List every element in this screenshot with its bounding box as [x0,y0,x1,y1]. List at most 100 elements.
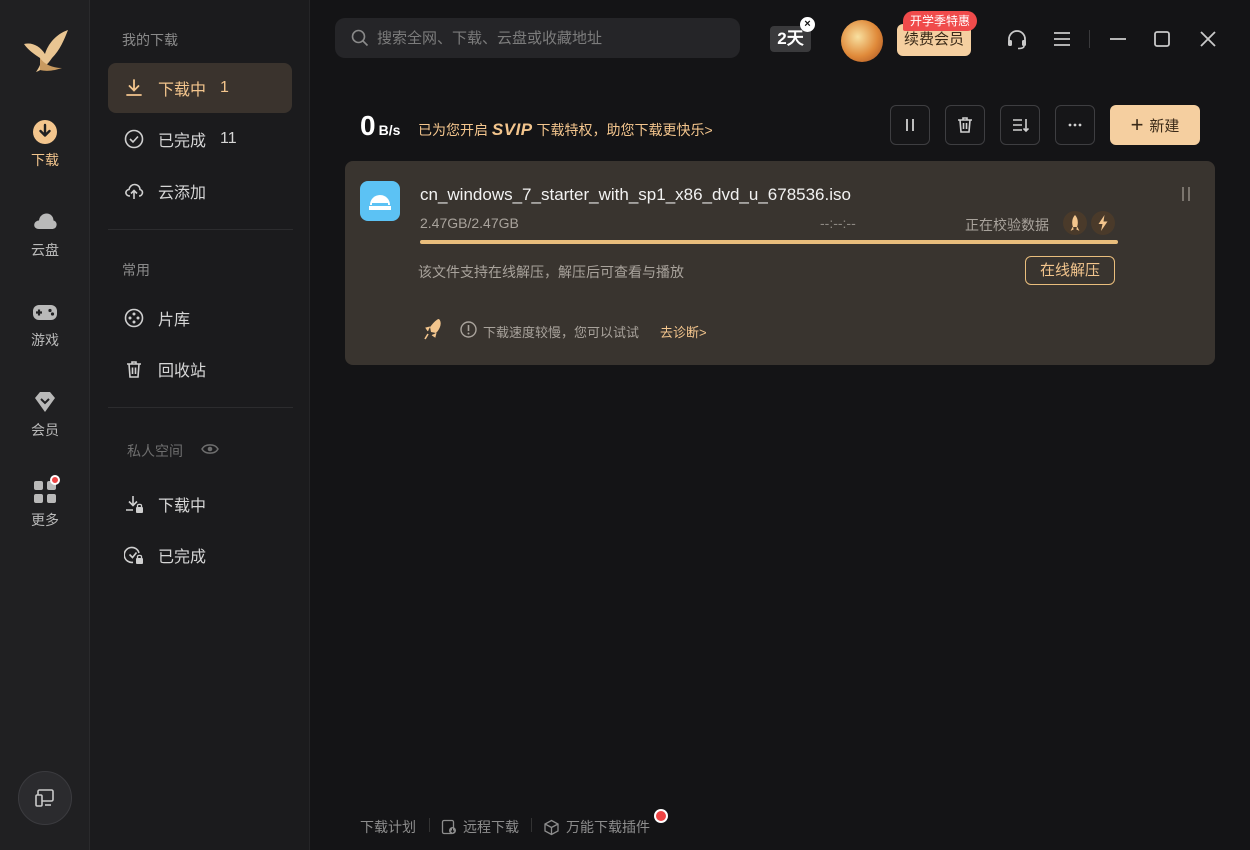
check-circle-icon [124,129,144,149]
eye-icon[interactable] [201,442,219,456]
close-icon[interactable]: × [800,17,815,32]
task-remaining-time: --:--:-- [820,215,856,231]
nav-item-completed[interactable]: 已完成 11 [108,114,292,164]
download-plugin-label: 万能下载插件 [566,819,650,835]
more-notification-dot [50,475,60,485]
device-switch-button[interactable] [18,771,72,825]
nav-item-library[interactable]: 片库 [108,293,292,343]
lightning-badge-icon[interactable] [1091,211,1115,235]
search-box[interactable] [335,18,740,58]
nav-private-downloading-label: 下载中 [158,498,207,515]
nav-completed-count: 11 [220,130,237,147]
section-my-downloads: 我的下载 [122,32,178,48]
download-lock-icon [126,496,143,513]
titlebar-separator [1089,30,1090,48]
pause-all-button[interactable] [890,105,930,145]
slow-speed-hint: 下载速度较慢，您可以试试 [483,325,640,340]
info-icon [460,321,477,338]
section-private: 私人空间 [127,441,183,461]
rail-more[interactable]: 更多 [0,478,90,548]
progress-fill [420,240,1118,244]
rail-vip[interactable]: 会员 [0,388,90,458]
rail-download[interactable]: 下载 [0,118,90,188]
cloud-icon [34,213,57,229]
trash-icon [958,117,972,133]
nav-divider-2 [108,407,293,408]
footer-separator-2 [531,818,532,832]
promo-badge: 开学季特惠 [903,11,978,31]
search-input[interactable] [377,29,717,47]
headset-icon[interactable] [1006,28,1028,50]
box-icon [544,819,559,835]
sort-icon [1013,119,1029,133]
rail-cloud[interactable]: 云盘 [0,208,90,278]
avatar[interactable] [841,20,883,62]
app-window: 下载 云盘 游戏 会员 更多 我的下载 下载中 1 已完成 11 云添加 常用 … [0,0,1250,850]
sort-button[interactable] [1000,105,1040,145]
task-size: 2.47GB/2.47GB [420,215,519,231]
download-plan-link[interactable]: 下载计划 [360,817,416,837]
nav-item-recycle[interactable]: 回收站 [108,344,292,394]
remote-download-label: 远程下载 [463,819,519,835]
rail-games-label: 游戏 [31,332,59,348]
pause-task-icon[interactable] [1177,185,1195,203]
rail-more-label: 更多 [31,512,59,528]
rail-cloud-label: 云盘 [31,242,59,258]
diamond-icon [35,392,55,412]
nav-downloading-count: 1 [220,79,229,96]
plus-icon: + [1130,112,1144,137]
nav-recycle-label: 回收站 [158,363,207,380]
section-common: 常用 [122,262,150,278]
remote-download-link[interactable]: 远程下载 [441,817,519,837]
device-icon [35,789,54,807]
section-private-label: 私人空间 [127,443,183,459]
more-button[interactable] [1055,105,1095,145]
nav-item-cloud-add[interactable]: 云添加 [108,166,292,216]
minimize-icon[interactable] [1107,28,1129,50]
speed-unit: B/s [378,122,401,138]
svip-prefix: 已为您开启 [418,122,488,138]
nav-cloud-add-label: 云添加 [158,185,207,202]
nav-item-private-downloading[interactable]: 下载中 [108,479,292,529]
disc-image-file-icon [360,181,400,221]
svip-label: SVIP [491,120,533,139]
check-lock-icon [124,546,143,564]
nav-downloading-label: 下载中 [158,82,207,99]
menu-icon[interactable] [1051,28,1073,50]
rocket-icon [424,319,441,340]
nav-item-downloading[interactable]: 下载中 1 [108,63,292,113]
nav-panel: 我的下载 下载中 1 已完成 11 云添加 常用 片库 回收站 私人空间 下载中… [90,0,310,850]
nav-divider [108,229,293,230]
rocket-badge-icon[interactable] [1063,211,1087,235]
close-window-icon[interactable] [1197,28,1219,50]
app-logo-icon [24,30,68,72]
footer-separator [429,818,430,832]
download-plugin-link[interactable]: 万能下载插件 [543,817,650,837]
download-arrow-icon [126,79,142,96]
gamepad-icon [33,305,57,320]
rail-games[interactable]: 游戏 [0,298,90,368]
film-reel-icon [124,308,144,328]
online-extract-button[interactable]: 在线解压 [1025,256,1115,285]
maximize-icon[interactable] [1151,28,1173,50]
nav-item-private-completed[interactable]: 已完成 [108,530,292,580]
delete-button[interactable] [945,105,985,145]
task-filename: cn_windows_7_starter_with_sp1_x86_dvd_u_… [420,185,851,204]
nav-library-label: 片库 [158,312,191,329]
left-rail: 下载 云盘 游戏 会员 更多 [0,0,90,850]
svip-suffix: 下载特权，助您下载更快乐> [536,122,713,138]
extract-hint: 该文件支持在线解压，解压后可查看与播放 [418,264,684,280]
diagnose-link[interactable]: 去诊断> [660,322,707,341]
svip-privilege-link[interactable]: 已为您开启 SVIP 下载特权，助您下载更快乐> [418,120,713,140]
download-circle-icon [33,120,57,144]
task-status: 正在校验数据 [965,217,1049,233]
nav-completed-label: 已完成 [158,133,207,150]
trash-icon [127,361,141,378]
download-speed: 0 B/s [360,110,400,142]
new-task-button[interactable]: + 新建 [1110,105,1200,145]
task-progress-bar [420,240,1118,244]
download-task-card[interactable]: cn_windows_7_starter_with_sp1_x86_dvd_u_… [345,161,1215,365]
cloud-upload-icon [125,183,144,199]
search-icon [351,29,369,47]
rail-vip-label: 会员 [31,422,59,438]
